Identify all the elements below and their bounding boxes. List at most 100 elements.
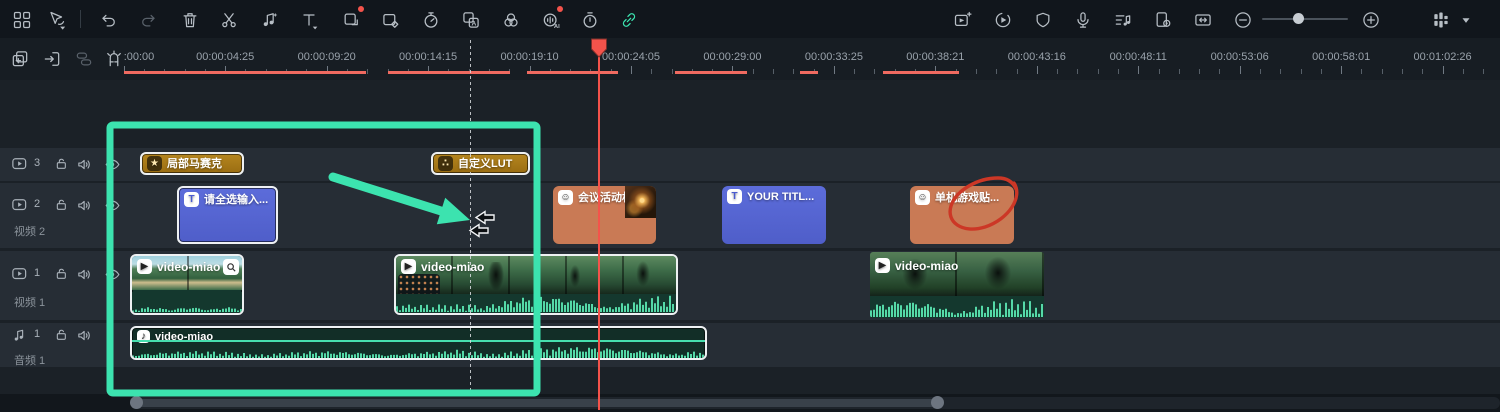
ruler-tick	[1402, 69, 1403, 74]
track-visibility-icon[interactable]	[102, 264, 122, 284]
clip-video-3[interactable]: ▶ video-miao	[870, 252, 1044, 318]
link-clips-icon[interactable]	[617, 8, 641, 32]
ruler-tick	[1219, 69, 1220, 74]
ruler-tick	[1382, 69, 1383, 74]
zoom-in-icon[interactable]	[1359, 8, 1383, 32]
clip-text[interactable]: T 请全选输入...	[177, 186, 278, 244]
crop-notification-dot	[358, 6, 364, 12]
insert-clip-icon[interactable]	[40, 47, 64, 71]
clip-effect-mosaic[interactable]: ★ 局部马赛克	[140, 152, 244, 175]
zoom-out-icon[interactable]	[1231, 8, 1255, 32]
ruler-tick	[1301, 69, 1302, 74]
snapshot-icon[interactable]	[951, 8, 975, 32]
ruler-tick	[631, 66, 632, 74]
ruler-tick	[672, 69, 673, 74]
video-track-icon	[10, 154, 30, 174]
svg-text:A: A	[472, 21, 477, 28]
track-mute-icon[interactable]	[74, 195, 94, 215]
add-text-icon[interactable]	[297, 8, 321, 32]
scrollbar-left-handle[interactable]	[130, 396, 143, 409]
track-lock-icon[interactable]	[52, 264, 72, 284]
track-visibility-icon[interactable]	[102, 154, 122, 174]
track-header-video-3: 3	[0, 148, 130, 181]
timeline-ruler-row: :00:0000:00:04:2500:00:09:2000:00:14:150…	[0, 38, 1500, 80]
zoom-slider-knob[interactable]	[1293, 13, 1304, 24]
ruler-timestamp: 00:00:53:06	[1211, 51, 1269, 63]
chroma-key-icon[interactable]	[379, 8, 403, 32]
rendered-range-indicator	[124, 71, 366, 74]
track-lock-icon[interactable]	[52, 325, 72, 345]
delete-icon[interactable]	[178, 8, 202, 32]
undo-icon[interactable]	[96, 8, 120, 32]
rendered-range-indicator	[883, 71, 959, 74]
volume-line[interactable]	[132, 340, 705, 342]
auto-caption-icon[interactable]: A	[459, 8, 483, 32]
svg-text:AI: AI	[554, 24, 560, 30]
clip-label: video-miao	[421, 260, 484, 274]
render-preview-icon[interactable]	[991, 8, 1015, 32]
clip-label: 请全选输入...	[204, 191, 268, 207]
clip-sticker-game[interactable]: ☺ 单机游戏贴...	[910, 186, 1014, 244]
fit-to-timeline-icon[interactable]	[1191, 8, 1215, 32]
ruler-timestamp: 00:00:48:11	[1110, 51, 1167, 63]
clip-video-2[interactable]: ▶ video-miao ◂▸	[394, 254, 678, 315]
color-match-icon[interactable]	[499, 8, 523, 32]
track-visibility-icon[interactable]	[102, 195, 122, 215]
track-mute-icon[interactable]	[74, 154, 94, 174]
select-tool-icon[interactable]	[44, 8, 68, 32]
scrollbar-right-handle[interactable]	[931, 396, 944, 409]
scrollbar-thumb[interactable]	[133, 399, 940, 407]
ruler-tick	[1098, 69, 1099, 74]
audio-mixer-icon[interactable]	[1111, 8, 1135, 32]
track-number: 1	[34, 328, 40, 340]
timeline-ruler[interactable]: :00:0000:00:04:2500:00:09:2000:00:14:150…	[115, 38, 1500, 80]
track-label: 音频 1	[14, 352, 45, 368]
track-manager-caret-icon[interactable]	[1454, 8, 1478, 32]
audio-waveform	[870, 299, 1044, 317]
add-to-track-icon[interactable]	[8, 47, 32, 71]
clip-label: YOUR TITL...	[747, 191, 814, 203]
duration-icon[interactable]	[578, 8, 602, 32]
smart-search-badge-icon[interactable]	[223, 259, 239, 275]
track-lock-icon[interactable]	[52, 195, 72, 215]
mark-icon[interactable]	[1031, 8, 1055, 32]
beat-detect-icon[interactable]	[257, 8, 281, 32]
ruler-tick	[976, 69, 977, 74]
split-icon[interactable]	[217, 8, 241, 32]
audio-waveform	[396, 295, 676, 312]
ruler-timestamp: 00:00:14:15	[399, 51, 457, 63]
ruler-tick	[1037, 66, 1038, 74]
ruler-tick	[874, 69, 875, 74]
redo-icon[interactable]	[137, 8, 161, 32]
ai-audio-notification-dot	[557, 6, 563, 12]
device-preview-icon[interactable]	[1151, 8, 1175, 32]
clip-label: video-miao	[157, 260, 220, 274]
zoom-slider-track[interactable]	[1262, 18, 1348, 20]
ruler-tick	[1463, 69, 1464, 74]
ruler-tick	[1280, 69, 1281, 74]
clip-sticker-meeting[interactable]: ☺ 会议活动相	[553, 186, 656, 244]
track-mute-icon[interactable]	[74, 264, 94, 284]
compound-clip-icon[interactable]	[72, 47, 96, 71]
clip-title[interactable]: T YOUR TITL...	[722, 186, 826, 244]
track-manager-icon[interactable]	[1429, 8, 1453, 32]
toolbar-divider	[80, 10, 81, 28]
clip-effect-lut[interactable]: ∴ 自定义LUT	[431, 152, 530, 175]
ruler-tick	[1341, 66, 1342, 74]
ruler-tick	[1118, 69, 1119, 74]
app-grid-icon[interactable]	[10, 8, 34, 32]
track-number: 3	[34, 157, 40, 169]
clip-label: video-miao	[895, 259, 958, 273]
clip-audio[interactable]: ♪ video-miao	[130, 326, 707, 360]
video-track-icon	[10, 264, 30, 284]
audio-waveform	[132, 346, 705, 358]
track-lock-icon[interactable]	[52, 154, 72, 174]
ruler-timestamp: 00:00:58:01	[1312, 51, 1370, 63]
speed-ramp-icon[interactable]	[419, 8, 443, 32]
ruler-timestamp: :00:00	[124, 51, 155, 63]
waveform-band	[870, 298, 1044, 318]
clip-video-1[interactable]: ▶ video-miao	[130, 254, 244, 315]
track-mute-icon[interactable]	[74, 325, 94, 345]
voiceover-icon[interactable]	[1071, 8, 1095, 32]
ruler-tick	[1077, 69, 1078, 74]
